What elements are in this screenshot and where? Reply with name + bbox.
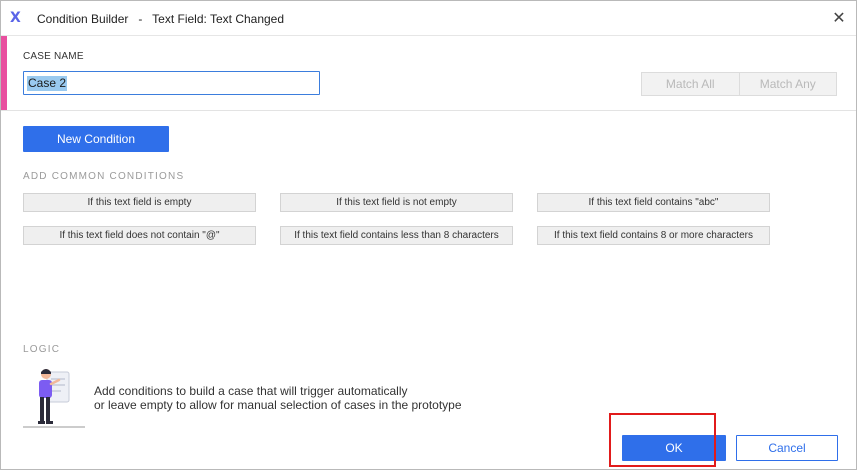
case-name-value: Case 2: [27, 76, 68, 91]
match-toggle-group: Match All Match Any: [641, 72, 837, 96]
logic-line-1: Add conditions to build a case that will…: [94, 384, 408, 398]
match-any-button[interactable]: Match Any: [738, 73, 837, 95]
case-name-input[interactable]: Case 2: [23, 71, 320, 95]
cancel-button[interactable]: Cancel: [736, 435, 838, 461]
close-icon[interactable]: ✕: [830, 9, 848, 27]
condition-less-than-8-button[interactable]: If this text field contains less than 8 …: [280, 226, 513, 245]
case-accent-bar: [1, 36, 7, 110]
condition-is-empty-button[interactable]: If this text field is empty: [23, 193, 256, 212]
logic-line-2: or leave empty to allow for manual selec…: [94, 398, 462, 412]
condition-contains-abc-button[interactable]: If this text field contains "abc": [537, 193, 770, 212]
condition-8-or-more-button[interactable]: If this text field contains 8 or more ch…: [537, 226, 770, 245]
title-bar: X Condition Builder - Text Field: Text C…: [1, 1, 856, 36]
person-board-illustration: [23, 369, 85, 428]
condition-builder-dialog: X Condition Builder - Text Field: Text C…: [0, 0, 857, 470]
case-name-label: CASE NAME: [23, 51, 84, 62]
condition-not-empty-button[interactable]: If this text field is not empty: [280, 193, 513, 212]
app-logo-icon: X: [10, 10, 21, 26]
common-conditions-label: ADD COMMON CONDITIONS: [23, 171, 185, 182]
new-condition-button[interactable]: New Condition: [23, 126, 169, 152]
logic-label: LOGIC: [23, 344, 61, 355]
match-all-button[interactable]: Match All: [642, 73, 739, 95]
logic-description: Add conditions to build a case that will…: [94, 384, 462, 412]
condition-not-contain-at-button[interactable]: If this text field does not contain "@": [23, 226, 256, 245]
case-name-section: CASE NAME Case 2 Match All Match Any: [1, 36, 856, 111]
dialog-title: Condition Builder - Text Field: Text Cha…: [37, 12, 285, 26]
ok-button[interactable]: OK: [622, 435, 726, 461]
